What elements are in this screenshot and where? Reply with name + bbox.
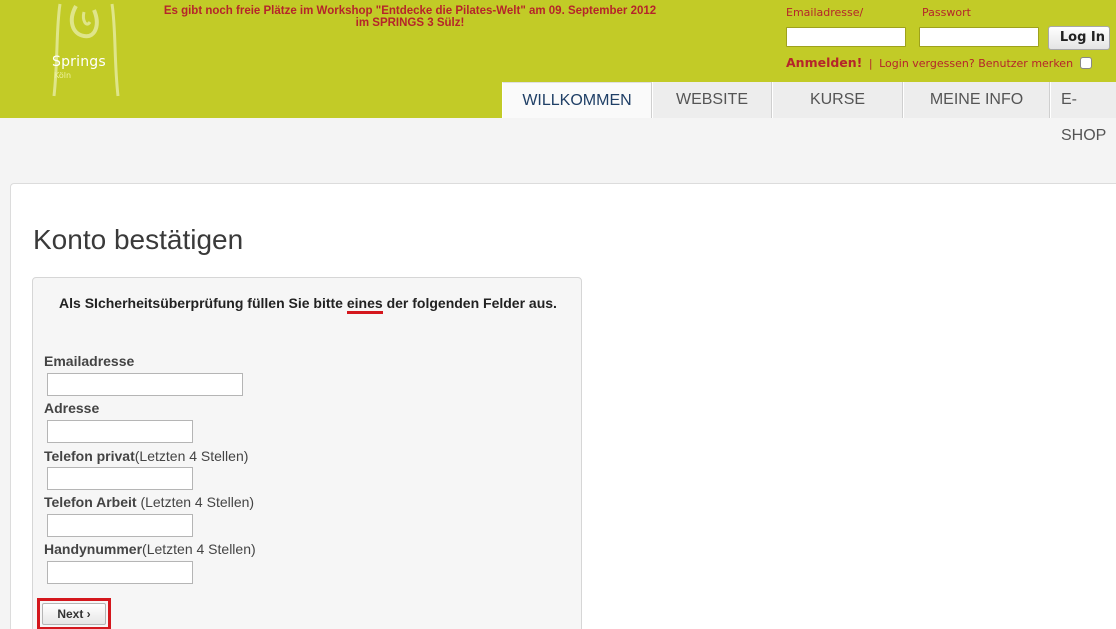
password-label: Passwort <box>922 6 971 19</box>
announcement-line-2: im SPRINGS 3 Sülz! <box>355 17 465 29</box>
login-password-input[interactable] <box>919 27 1039 47</box>
verification-form: Als SIcherheitsüberprüfung füllen Sie bi… <box>32 277 582 629</box>
work-phone-field[interactable] <box>47 514 193 537</box>
announcement-line-1: Es gibt noch freie Plätze im Workshop "E… <box>163 5 657 17</box>
announcement[interactable]: Es gibt noch freie Plätze im Workshop "E… <box>110 5 710 29</box>
address-field-label: Adresse <box>44 400 99 416</box>
tab-e-shop[interactable]: E-SHOP <box>1050 82 1116 144</box>
remember-user-label: Benutzer merken <box>978 57 1074 70</box>
logo-subtext: Köln <box>54 71 72 80</box>
tab-willkommen[interactable]: WILLKOMMEN <box>502 82 652 118</box>
email-field[interactable] <box>47 373 243 396</box>
address-field-label-text: Adresse <box>44 400 100 416</box>
email-field-label-text: Emailadresse <box>44 353 135 369</box>
next-button[interactable]: Next › <box>42 603 106 625</box>
link-separator: | <box>868 57 873 70</box>
address-field[interactable] <box>47 420 193 443</box>
main-nav-tabs: WILLKOMMEN WEBSITE KURSE MEINE INFO E-SH… <box>502 82 1116 144</box>
home-phone-field[interactable] <box>47 467 193 490</box>
login-links: Anmelden! | Login vergessen? Benutzer me… <box>786 55 1092 72</box>
forgot-login-link[interactable]: Login vergessen? <box>879 57 975 70</box>
site-header: Springs Köln Es gibt noch freie Plätze i… <box>0 0 1116 144</box>
work-phone-label-text: Telefon Arbeit <box>44 494 137 510</box>
login-email-input[interactable] <box>786 27 906 47</box>
work-phone-hint: (Letzten 4 Stellen) <box>136 494 255 510</box>
tab-kurse[interactable]: KURSE <box>772 82 903 118</box>
instructions-emphasis: eines <box>346 295 383 314</box>
anmelden-link[interactable]: Anmelden! <box>786 55 862 70</box>
home-phone-hint: (Letzten 4 Stellen) <box>134 448 249 464</box>
email-field-label: Emailadresse <box>44 353 134 369</box>
home-phone-label-text: Telefon privat <box>44 448 135 464</box>
instructions-text-1: Als SIcherheitsüberprüfung füllen Sie bi… <box>59 295 347 311</box>
instructions-text-2: der folgenden Felder aus. <box>382 295 557 311</box>
mobile-hint: (Letzten 4 Stellen) <box>142 541 256 557</box>
home-phone-field-label: Telefon privat(Letzten 4 Stellen) <box>44 448 248 464</box>
tab-website[interactable]: WEBSITE <box>652 82 772 118</box>
remember-user-checkbox[interactable] <box>1079 57 1092 69</box>
login-panel: Emailadresse/ Passwort Log In Anmelden! … <box>786 6 1116 76</box>
email-label: Emailadresse/ <box>786 6 864 19</box>
mobile-field-label: Handynummer(Letzten 4 Stellen) <box>44 541 256 557</box>
form-instructions: Als SIcherheitsüberprüfung füllen Sie bi… <box>53 294 563 314</box>
content-panel: Konto bestätigen Als SIcherheitsüberprüf… <box>10 183 1116 629</box>
mobile-label-text: Handynummer <box>44 541 143 557</box>
login-button[interactable]: Log In <box>1048 26 1110 50</box>
work-phone-field-label: Telefon Arbeit (Letzten 4 Stellen) <box>44 494 254 510</box>
page-title: Konto bestätigen <box>33 224 244 255</box>
tab-meine-info[interactable]: MEINE INFO <box>903 82 1050 118</box>
mobile-field[interactable] <box>47 561 193 584</box>
logo-text: Springs <box>52 54 106 70</box>
